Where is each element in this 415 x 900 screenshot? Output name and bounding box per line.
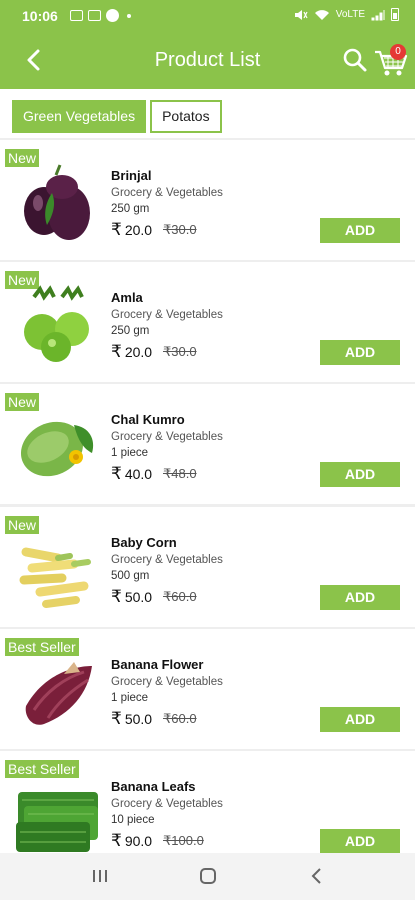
- product-mrp: ₹30.0: [163, 344, 197, 359]
- recent-apps-icon[interactable]: [92, 869, 108, 883]
- product-card[interactable]: New Chal Kumro Grocery & Vegetables 1 pi…: [0, 384, 415, 504]
- tab-potatos[interactable]: Potatos: [150, 100, 222, 133]
- product-quantity: 250 gm: [111, 325, 150, 337]
- add-to-cart-button[interactable]: ADD: [320, 585, 400, 610]
- category-tabs: Green Vegetables Potatos: [12, 100, 222, 133]
- ash-gourd-image: [20, 421, 94, 477]
- price-value: 20.0: [124, 222, 153, 238]
- product-mrp: ₹30.0: [163, 222, 197, 237]
- status-bar: 10:06 VoLTE: [0, 0, 415, 32]
- rupee-symbol: ₹: [111, 342, 122, 361]
- product-card[interactable]: Best Seller Banana Leafs Grocery & Veget…: [0, 751, 415, 853]
- rupee-symbol: ₹: [111, 709, 122, 728]
- more-dot-icon: [127, 13, 131, 18]
- add-to-cart-button[interactable]: ADD: [320, 829, 400, 853]
- product-quantity: 1 piece: [111, 692, 149, 704]
- product-mrp: ₹60.0: [163, 711, 197, 726]
- wifi-icon: [314, 9, 329, 20]
- product-quantity: 1 piece: [111, 447, 149, 459]
- product-quantity: 250 gm: [111, 203, 150, 215]
- product-list: New Brinjal Grocery & Vegetables 250 gm …: [0, 138, 415, 853]
- product-price: ₹20.0: [111, 220, 152, 240]
- baby-corn-image: [19, 547, 91, 608]
- product-name: Banana Leafs: [111, 779, 196, 794]
- check-circle-icon: [106, 9, 119, 22]
- product-price: ₹50.0: [111, 709, 152, 729]
- search-icon[interactable]: [342, 47, 368, 73]
- add-to-cart-button[interactable]: ADD: [320, 707, 400, 732]
- system-nav-bar: [0, 853, 415, 900]
- product-card[interactable]: Best Seller Banana Flower Grocery & Vege…: [0, 629, 415, 749]
- amla-image: [24, 285, 89, 362]
- signal-icon: [371, 9, 385, 20]
- cart-count-badge: 0: [390, 44, 406, 60]
- product-card[interactable]: New Baby Corn Grocery & Vegetables 500 g…: [0, 507, 415, 627]
- banana-flower-image: [25, 662, 93, 725]
- product-category: Grocery & Vegetables: [111, 554, 223, 566]
- product-name: Baby Corn: [111, 535, 177, 550]
- tab-green-vegetables[interactable]: Green Vegetables: [12, 100, 147, 133]
- gallery-icon: [70, 10, 83, 21]
- battery-icon: [391, 8, 399, 21]
- product-price: ₹20.0: [111, 342, 152, 362]
- product-name: Chal Kumro: [111, 412, 185, 427]
- product-category: Grocery & Vegetables: [111, 676, 223, 688]
- product-name: Amla: [111, 290, 143, 305]
- brinjal-image: [24, 164, 90, 240]
- product-price: ₹40.0: [111, 464, 152, 484]
- product-card[interactable]: New Brinjal Grocery & Vegetables 250 gm …: [0, 140, 415, 260]
- product-price: ₹50.0: [111, 587, 152, 607]
- product-name: Banana Flower: [111, 657, 204, 672]
- volte-label: VoLTE: [335, 9, 365, 20]
- system-back-icon[interactable]: [310, 867, 322, 885]
- product-mrp: ₹60.0: [163, 589, 197, 604]
- product-price: ₹90.0: [111, 831, 152, 851]
- rupee-symbol: ₹: [111, 464, 122, 483]
- product-mrp: ₹100.0: [163, 833, 204, 848]
- banana-leaf-image: [16, 792, 98, 852]
- notification-icons: [70, 9, 131, 22]
- product-category: Grocery & Vegetables: [111, 187, 223, 199]
- image-icon: [88, 10, 101, 21]
- system-icons: VoLTE: [294, 8, 399, 21]
- status-time: 10:06: [22, 8, 58, 24]
- home-icon[interactable]: [200, 868, 216, 884]
- add-to-cart-button[interactable]: ADD: [320, 218, 400, 243]
- product-category: Grocery & Vegetables: [111, 431, 223, 443]
- price-value: 50.0: [124, 711, 153, 727]
- product-name: Brinjal: [111, 168, 152, 183]
- price-value: 20.0: [124, 344, 153, 360]
- product-quantity: 500 gm: [111, 570, 150, 582]
- product-category: Grocery & Vegetables: [111, 798, 223, 810]
- product-card[interactable]: New Amla Grocery & Vegetables 250 gm ₹20…: [0, 262, 415, 382]
- rupee-symbol: ₹: [111, 587, 122, 606]
- price-value: 90.0: [124, 833, 153, 849]
- add-to-cart-button[interactable]: ADD: [320, 340, 400, 365]
- price-value: 50.0: [124, 589, 153, 605]
- product-quantity: 10 piece: [111, 814, 155, 826]
- add-to-cart-button[interactable]: ADD: [320, 462, 400, 487]
- rupee-symbol: ₹: [111, 831, 122, 850]
- app-bar: Product List: [0, 32, 415, 89]
- mute-icon: [294, 9, 308, 20]
- price-value: 40.0: [124, 466, 153, 482]
- rupee-symbol: ₹: [111, 220, 122, 239]
- product-category: Grocery & Vegetables: [111, 309, 223, 321]
- product-mrp: ₹48.0: [163, 466, 197, 481]
